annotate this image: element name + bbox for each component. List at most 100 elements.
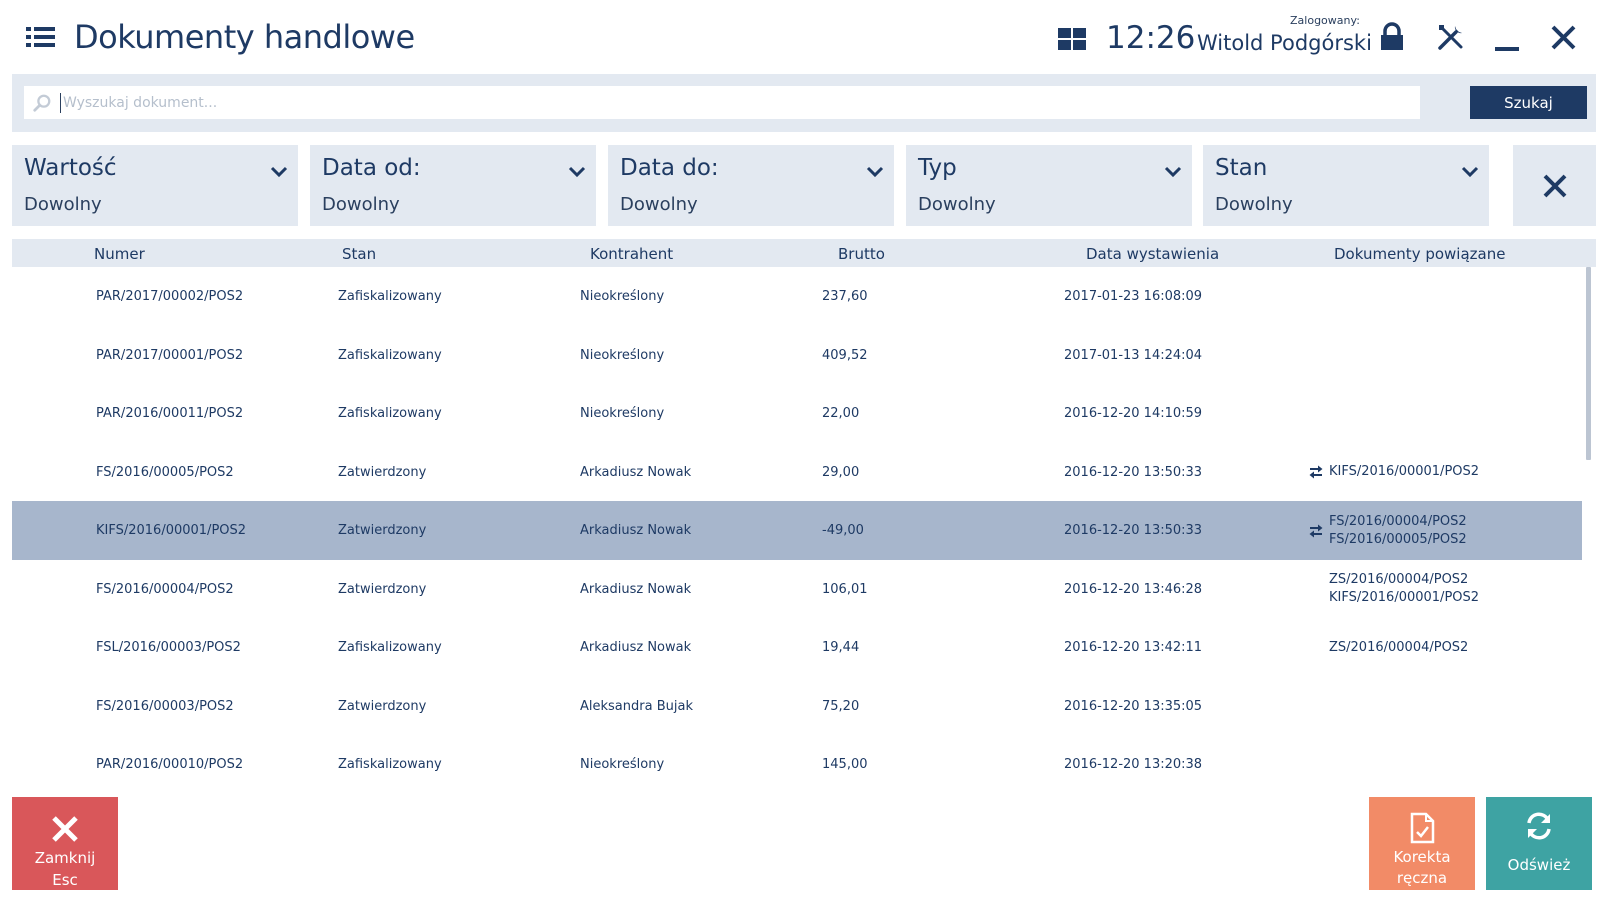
user-name: Witold Podgórski bbox=[1197, 31, 1372, 55]
minimize-icon[interactable] bbox=[1493, 22, 1527, 56]
cell-status: Zafiskalizowany bbox=[338, 757, 442, 772]
filter-date-to[interactable]: Data do: Dowolny bbox=[608, 145, 894, 226]
cell-gross: 145,00 bbox=[822, 757, 868, 772]
cell-number: FS/2016/00004/POS2 bbox=[96, 581, 234, 597]
cell-contractor: Nieokreślony bbox=[580, 347, 665, 363]
column-header-related-documents[interactable]: Dokumenty powiązane bbox=[1334, 245, 1505, 263]
table-scrollbar[interactable] bbox=[1584, 267, 1592, 791]
cell-contractor: Nieokreślony bbox=[580, 757, 665, 772]
cell-number: PAR/2016/00010/POS2 bbox=[96, 757, 244, 772]
cell-number: PAR/2017/00002/POS2 bbox=[96, 289, 244, 304]
cell-gross: -49,00 bbox=[822, 523, 864, 538]
document-edit-icon bbox=[1410, 812, 1435, 844]
grid-icon[interactable] bbox=[1058, 28, 1087, 51]
table-row[interactable]: PAR/2017/00001/POS2 Zafiskalizowany Nieokr… bbox=[12, 325, 1582, 386]
chevron-down-icon bbox=[866, 166, 884, 178]
cell-related-documents: ZS/2016/00004/POS2 bbox=[1308, 618, 1468, 677]
clock: 12:26 bbox=[1106, 20, 1196, 56]
table-row[interactable]: FS/2016/00003/POS2 Zatwierdzony Aleksandra… bbox=[12, 676, 1582, 737]
related-document-link[interactable]: FS/2016/00005/POS2 bbox=[1329, 531, 1467, 549]
table-header: Numer Stan Kontrahent Brutto Data wystaw… bbox=[12, 239, 1596, 267]
filter-type[interactable]: Typ Dowolny bbox=[906, 145, 1192, 226]
related-document-link[interactable]: ZS/2016/00004/POS2 bbox=[1329, 571, 1479, 589]
table-row[interactable]: FSL/2016/00003/POS2 Zafiskalizowany Arkadi… bbox=[12, 618, 1582, 678]
cell-status: Zatwierdzony bbox=[338, 464, 427, 480]
lock-icon[interactable] bbox=[1378, 22, 1412, 56]
cell-contractor: Nieokreślony bbox=[580, 406, 665, 421]
cell-status: Zatwierdzony bbox=[338, 581, 427, 597]
chevron-down-icon bbox=[1164, 166, 1182, 178]
close-button-label: Zamknij bbox=[34, 849, 96, 867]
cell-number: PAR/2016/00011/POS2 bbox=[96, 406, 244, 421]
filter-label: Typ bbox=[918, 155, 957, 181]
cell-issue-date: 2016-12-20 13:46:28 bbox=[1064, 581, 1203, 597]
filter-label: Data od: bbox=[322, 155, 421, 181]
search-icon bbox=[33, 94, 51, 112]
cell-status: Zafiskalizowany bbox=[338, 289, 442, 304]
search-input[interactable] bbox=[60, 93, 1410, 113]
clear-filters-button[interactable] bbox=[1513, 145, 1596, 226]
table-row[interactable]: FS/2016/00005/POS2 Zatwierdzony Arkadiusz … bbox=[12, 442, 1582, 503]
cell-status: Zatwierdzony bbox=[338, 523, 427, 538]
logged-in-label: Zalogowany: bbox=[1290, 14, 1360, 27]
cell-contractor: Arkadiusz Nowak bbox=[580, 464, 692, 480]
search-button[interactable]: Szukaj bbox=[1470, 86, 1587, 119]
filter-date-from[interactable]: Data od: Dowolny bbox=[310, 145, 596, 226]
close-icon bbox=[52, 816, 78, 842]
refresh-icon bbox=[1527, 812, 1551, 840]
cell-number: FS/2016/00003/POS2 bbox=[96, 698, 234, 714]
search-bar: Szukaj bbox=[12, 74, 1596, 132]
cell-number: KIFS/2016/00001/POS2 bbox=[96, 523, 247, 538]
cell-number: FS/2016/00005/POS2 bbox=[96, 464, 234, 480]
manual-correction-button[interactable]: Korekta ręczna bbox=[1369, 797, 1475, 890]
hamburger-icon[interactable] bbox=[26, 27, 56, 51]
close-button[interactable]: Zamknij Esc bbox=[12, 797, 118, 890]
cell-related-documents: ZS/2016/00004/POS2 KIFS/2016/00001/POS2 bbox=[1308, 560, 1479, 619]
filter-value[interactable]: Wartość Dowolny bbox=[12, 145, 298, 226]
column-header-gross[interactable]: Brutto bbox=[838, 245, 885, 263]
cell-issue-date: 2017-01-13 14:24:04 bbox=[1064, 347, 1203, 363]
cell-status: Zatwierdzony bbox=[338, 698, 427, 714]
cell-contractor: Aleksandra Bujak bbox=[580, 698, 693, 714]
cell-status: Zafiskalizowany bbox=[338, 347, 442, 363]
correction-button-label-line2: ręczna bbox=[1396, 869, 1448, 887]
cell-gross: 19,44 bbox=[822, 640, 860, 655]
table-row[interactable]: PAR/2017/00002/POS2 Zafiskalizowany Nieokr… bbox=[12, 267, 1582, 327]
cell-number: FSL/2016/00003/POS2 bbox=[96, 640, 241, 655]
related-document-link[interactable]: KIFS/2016/00001/POS2 bbox=[1329, 463, 1479, 481]
chevron-down-icon bbox=[270, 166, 288, 178]
table-row[interactable]: PAR/2016/00011/POS2 Zafiskalizowany Nieokr… bbox=[12, 384, 1582, 444]
documents-table: PAR/2017/00002/POS2 Zafiskalizowany Nieokr… bbox=[12, 267, 1582, 791]
cell-contractor: Arkadiusz Nowak bbox=[580, 523, 692, 538]
chevron-down-icon bbox=[568, 166, 586, 178]
filter-selected-value: Dowolny bbox=[620, 194, 698, 215]
related-document-link[interactable]: KIFS/2016/00001/POS2 bbox=[1329, 589, 1479, 607]
table-row[interactable]: PAR/2016/00010/POS2 Zafiskalizowany Nieokr… bbox=[12, 735, 1582, 791]
column-header-status[interactable]: Stan bbox=[342, 245, 376, 263]
related-document-link[interactable]: ZS/2016/00004/POS2 bbox=[1329, 639, 1468, 657]
column-header-number[interactable]: Numer bbox=[94, 245, 145, 263]
cell-issue-date: 2016-12-20 13:50:33 bbox=[1064, 464, 1203, 480]
cell-status: Zafiskalizowany bbox=[338, 640, 442, 655]
cell-issue-date: 2017-01-23 16:08:09 bbox=[1064, 289, 1203, 304]
scrollbar-thumb[interactable] bbox=[1586, 267, 1591, 460]
filter-selected-value: Dowolny bbox=[1215, 194, 1293, 215]
cell-gross: 29,00 bbox=[822, 464, 860, 480]
app-header: Dokumenty handlowe 12:26 Zalogowany: Wit… bbox=[0, 0, 1600, 74]
table-row[interactable]: FS/2016/00004/POS2 Zatwierdzony Arkadiusz … bbox=[12, 559, 1582, 620]
filter-label: Data do: bbox=[620, 155, 719, 181]
related-document-link[interactable]: FS/2016/00004/POS2 bbox=[1329, 513, 1467, 531]
refresh-button[interactable]: Odśwież bbox=[1486, 797, 1592, 890]
table-row[interactable]: KIFS/2016/00001/POS2 Zatwierdzony Arkadius… bbox=[12, 501, 1582, 561]
column-header-issue-date[interactable]: Data wystawienia bbox=[1086, 245, 1219, 263]
column-header-contractor[interactable]: Kontrahent bbox=[590, 245, 673, 263]
search-input-wrap bbox=[24, 86, 1420, 119]
cell-gross: 106,01 bbox=[822, 581, 868, 597]
cell-status: Zafiskalizowany bbox=[338, 406, 442, 421]
close-icon bbox=[1543, 174, 1567, 198]
tools-icon[interactable] bbox=[1436, 22, 1470, 56]
filter-status[interactable]: Stan Dowolny bbox=[1203, 145, 1489, 226]
page-title: Dokumenty handlowe bbox=[74, 18, 415, 56]
cell-related-documents: FS/2016/00004/POS2 FS/2016/00005/POS2 bbox=[1308, 501, 1467, 560]
close-icon[interactable] bbox=[1549, 22, 1583, 56]
